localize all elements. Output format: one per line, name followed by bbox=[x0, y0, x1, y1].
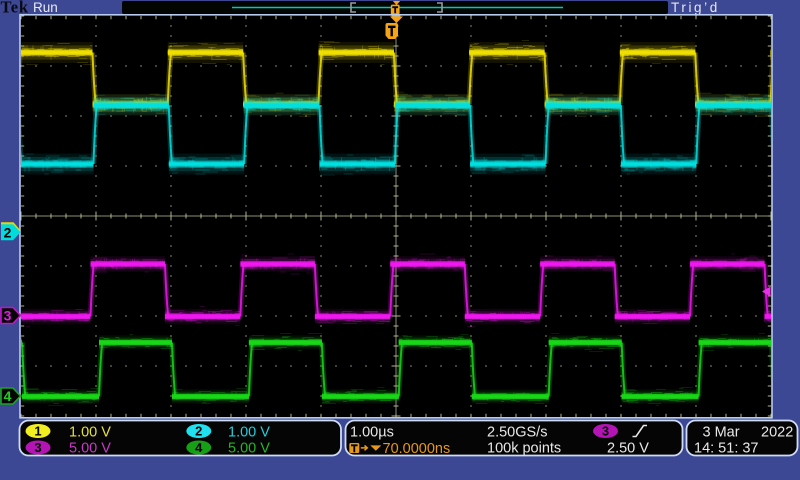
svg-text:4: 4 bbox=[195, 440, 203, 455]
svg-text:14: 51: 37: 14: 51: 37 bbox=[694, 441, 759, 457]
svg-text:100k points: 100k points bbox=[487, 440, 561, 456]
svg-text:3: 3 bbox=[602, 424, 609, 439]
svg-text:70.0000ns: 70.0000ns bbox=[383, 441, 451, 457]
svg-text:2022: 2022 bbox=[761, 425, 793, 441]
svg-text:2: 2 bbox=[4, 224, 12, 240]
svg-text:1: 1 bbox=[34, 424, 41, 439]
svg-text:4: 4 bbox=[4, 388, 12, 404]
svg-text:1.00 V: 1.00 V bbox=[228, 425, 270, 441]
svg-text:5.00 V: 5.00 V bbox=[69, 441, 111, 457]
svg-text:3: 3 bbox=[4, 308, 12, 324]
svg-text:2.50GS/s: 2.50GS/s bbox=[487, 425, 547, 441]
svg-text:Trig’d: Trig’d bbox=[671, 0, 720, 15]
svg-text:3 Mar: 3 Mar bbox=[703, 425, 740, 441]
svg-text:5.00 V: 5.00 V bbox=[228, 441, 270, 457]
svg-text:Run: Run bbox=[33, 0, 58, 15]
svg-text:2.50 V: 2.50 V bbox=[607, 440, 649, 456]
svg-text:1.00 V: 1.00 V bbox=[69, 425, 111, 441]
svg-text:2: 2 bbox=[195, 424, 202, 439]
svg-text:1.00µs: 1.00µs bbox=[350, 425, 394, 441]
svg-text:3: 3 bbox=[34, 440, 41, 455]
